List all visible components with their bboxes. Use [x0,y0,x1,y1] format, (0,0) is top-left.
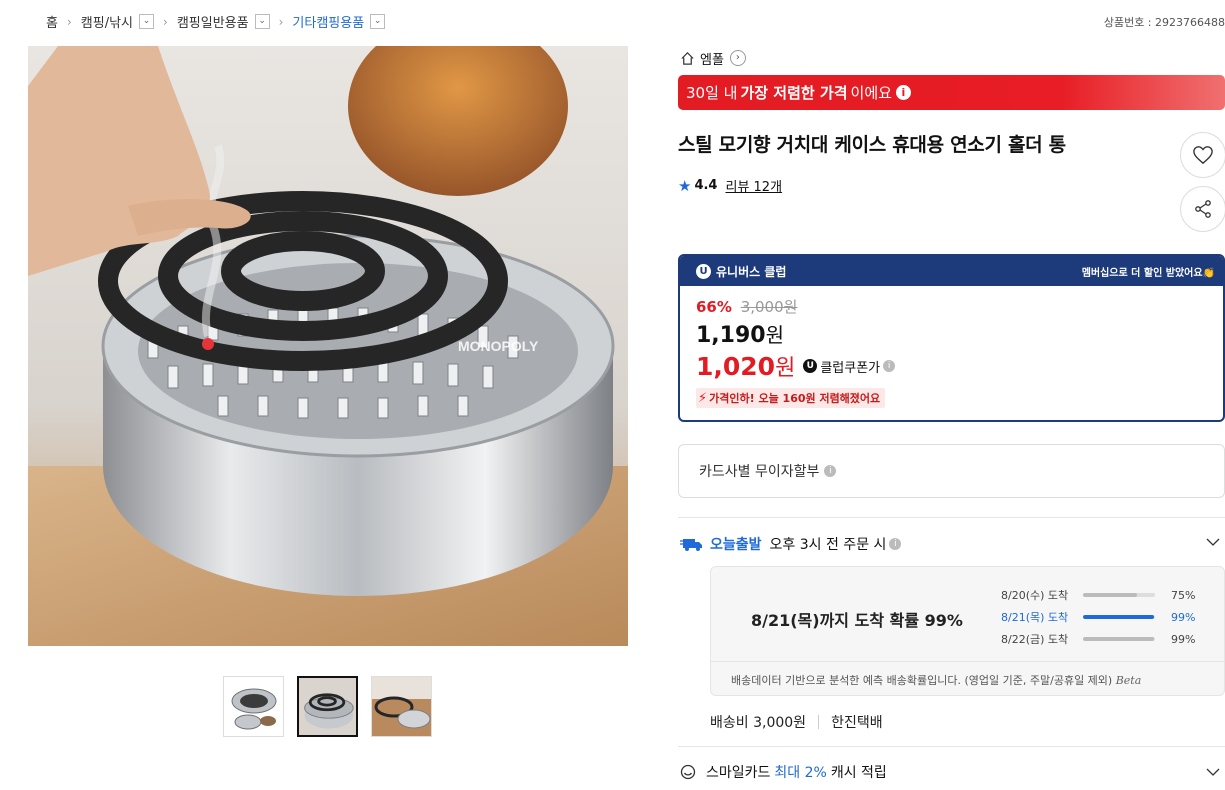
info-icon[interactable]: i [889,538,902,550]
coupon-price: 1,020 [696,351,776,381]
product-info-panel: 엠폴 › 30일 내 가장 저렴한 가격 이에요 i 스틸 모기향 거치대 케이… [678,46,1225,781]
probability-bar [1083,637,1155,641]
share-icon [1195,200,1211,218]
heart-icon [1193,146,1213,165]
shipping-fee: 배송비 3,000원 한진택배 [710,712,883,732]
thumbnail-strip [223,676,432,737]
sale-price-value: 1,190 [696,323,766,348]
club-header[interactable]: U 유니버스 클럽 멤버십으로 더 할인 받았어요👏 [680,256,1223,286]
rating: ★ 4.4 리뷰 12개 [678,176,1225,196]
smile-icon [680,764,696,780]
delivery-pct: 75% [1171,588,1196,602]
store-link[interactable]: 엠폴 › [680,46,1225,70]
chevron-down-icon[interactable] [1205,764,1221,780]
original-price: 3,000원 [740,298,798,316]
share-button[interactable] [1180,186,1225,232]
delivery-row: 8/20(수) 도착 75% [1001,584,1195,606]
delivery-date: 8/21(목) 도착 [1001,611,1069,624]
club-coupon-icon: U [803,359,818,373]
breadcrumb-home[interactable]: 홈 [46,12,58,31]
delivery-date: 8/22(금) 도착 [1001,633,1069,646]
chevron-right-icon: › [66,14,72,29]
thumbnail[interactable] [371,676,432,737]
chevron-down-icon[interactable]: ⌄ [254,14,270,29]
probability-bar [1083,593,1155,597]
breadcrumb: 홈 › 캠핑/낚시 ⌄ › 캠핑일반용품 ⌄ › 기타캠핑용품 ⌄ [46,12,386,31]
beta-label: Beta [1115,674,1142,687]
review-link[interactable]: 리뷰 12개 [725,176,782,195]
breadcrumb-item[interactable]: 캠핑/낚시 [81,12,133,31]
shipping-fee-text: 배송비 3,000원 [710,715,807,731]
coupon-price-line: 1,020 원 U 클럽쿠폰가 i [696,350,1223,382]
delivery-pct: 99% [1171,610,1196,624]
banner-text-pre: 30일 내 [686,84,738,102]
delivery-pct: 99% [1171,632,1196,646]
wishlist-button[interactable] [1180,132,1225,178]
smilecard-rate: 최대 2% [774,765,827,781]
product-number: 상품번호 : 2923766488 [1103,16,1225,29]
info-icon[interactable]: i [824,465,837,477]
price-drop-text: 가격인하! 오늘 160원 저렴해졌어요 [709,392,881,405]
sale-price-unit: 원 [765,323,784,347]
store-name: 엠폴 [700,52,724,68]
coupon-label: 클럽쿠폰가 [820,360,881,376]
thumbnail-active[interactable] [297,676,358,737]
divider [678,517,1225,518]
delivery-rows: 8/20(수) 도착 75% 8/21(목) 도착 99% 8/22(금) 도착… [1001,584,1195,650]
chevron-right-icon: › [278,14,284,29]
club-name: 유니버스 클럽 [716,264,787,279]
bolt-icon: ⚡ [698,390,708,406]
star-icon: ★ [678,176,692,195]
banner-text-bold: 가장 저렴한 가격 [740,84,848,102]
price-drop-badge: ⚡ 가격인하! 오늘 160원 저렴해졌어요 [696,388,886,408]
discount-line: 66% 3,000원 [696,296,1223,317]
smilecard-label: 스마일카드 [706,765,771,781]
smilecard-text: 캐시 적립 [830,765,887,781]
delivery-row-highlight: 8/21(목) 도착 99% [1001,606,1195,628]
sale-price: 1,190원 [696,319,1223,348]
chevron-right-icon: › [729,50,746,66]
home-icon [681,51,694,65]
divider [678,746,1225,747]
product-main-image[interactable]: MONOPOLY [28,46,628,646]
coupon-price-unit: 원 [775,356,796,381]
breadcrumb-item[interactable]: 캠핑일반용품 [177,12,249,31]
installment-info[interactable]: 카드사별 무이자할부 i [678,444,1225,498]
watermark-text: MONOPOLY [458,338,539,354]
chevron-down-icon[interactable] [1205,534,1221,550]
today-ship-badge: 오늘출발 [710,537,762,553]
divider [818,715,820,729]
universe-club-card: U 유니버스 클럽 멤버십으로 더 할인 받았어요👏 66% 3,000원 1,1… [678,254,1225,422]
universe-club-icon: U [696,263,711,279]
banner-text-post: 이에요 [850,84,892,102]
lowest-price-banner: 30일 내 가장 저렴한 가격 이에요 i [678,75,1225,110]
product-title: 스틸 모기향 거치대 케이스 휴대용 연소기 홀더 통 [678,134,1066,156]
smilecard-benefit[interactable]: 스마일카드 최대 2% 캐시 적립 [680,762,1225,782]
club-promo: 멤버십으로 더 할인 받았어요👏 [1081,267,1215,279]
delivery-note-text: 배송데이터 기반으로 분석한 예측 배송확률입니다. (영업일 기준, 주말/공… [731,674,1113,687]
ship-condition: 오후 3시 전 주문 시 [769,537,887,553]
chevron-down-icon[interactable]: ⌄ [370,14,386,29]
shipping-header[interactable]: 오늘출발 오후 3시 전 주문 시 i [680,534,1225,554]
chevron-down-icon[interactable]: ⌄ [139,14,155,29]
delivery-note: 배송데이터 기반으로 분석한 예측 배송확률입니다. (영업일 기준, 주말/공… [711,661,1224,688]
truck-icon [680,539,702,551]
thumbnail[interactable] [223,676,284,737]
chevron-right-icon: › [163,14,168,29]
info-icon[interactable]: i [895,85,911,100]
rating-score: 4.4 [694,178,718,193]
delivery-headline: 8/21(목)까지 도착 확률 99% [751,611,963,630]
installment-label: 카드사별 무이자할부 [699,464,820,480]
breadcrumb-item-current[interactable]: 기타캠핑용품 [292,12,364,31]
info-icon[interactable]: i [883,360,896,372]
delivery-row: 8/22(금) 도착 99% [1001,628,1195,650]
carrier-name: 한진택배 [831,715,883,731]
discount-percent: 66% [696,298,732,316]
delivery-probability-box: 8/21(목)까지 도착 확률 99% 8/20(수) 도착 75% 8/21(… [710,566,1225,696]
probability-bar [1083,615,1155,619]
delivery-date: 8/20(수) 도착 [1001,589,1069,602]
